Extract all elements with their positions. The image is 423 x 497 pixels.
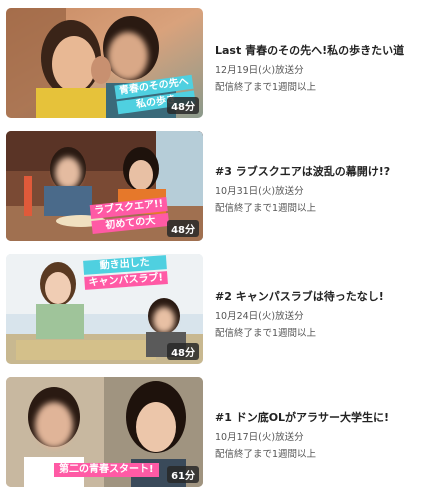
episode-air-date: 12月19日(火)放送分 [215, 65, 304, 76]
episode-expiry: 配信終了まで1週間以上 [215, 449, 317, 460]
episode-air-date: 10月31日(火)放送分 [215, 186, 304, 197]
episode-item[interactable]: ラブスクエア!! 初めての大 48分 #3 ラブスクエアは波乱の幕開け!? 10… [0, 131, 423, 241]
duration-badge: 48分 [167, 220, 199, 237]
episode-item[interactable]: 第二の青春スタート! 61分 #1 ドン底OLがアラサー大学生に! 10月17日… [0, 377, 423, 487]
episode-air-date: 10月17日(火)放送分 [215, 432, 304, 443]
episode-item[interactable]: 動き出した キャンパスラブ! 48分 #2 キャンパスラブは待ったなし! 10月… [0, 254, 423, 364]
episode-thumbnail[interactable]: 動き出した キャンパスラブ! 48分 [6, 254, 203, 364]
episode-title[interactable]: Last 青春のその先へ!私の歩きたい道 [215, 42, 420, 58]
episode-item[interactable]: 青春のその先へ 私の歩き 48分 Last 青春のその先へ!私の歩きたい道 12… [0, 8, 423, 118]
thumbnail-caption: 動き出した キャンパスラブ! [83, 255, 168, 290]
episode-thumbnail[interactable]: 第二の青春スタート! 61分 [6, 377, 203, 487]
duration-badge: 48分 [167, 343, 199, 360]
episode-expiry: 配信終了まで1週間以上 [215, 82, 317, 93]
episode-title[interactable]: #2 キャンパスラブは待ったなし! [215, 288, 420, 304]
episode-info: #1 ドン底OLがアラサー大学生に! 10月17日(火)放送分 配信終了まで1週… [215, 409, 420, 460]
episode-expiry: 配信終了まで1週間以上 [215, 203, 317, 214]
episode-air-date: 10月24日(火)放送分 [215, 311, 304, 322]
thumbnail-caption: 第二の青春スタート! [54, 463, 159, 477]
episode-list: 青春のその先へ 私の歩き 48分 Last 青春のその先へ!私の歩きたい道 12… [0, 0, 423, 497]
episode-info: #2 キャンパスラブは待ったなし! 10月24日(火)放送分 配信終了まで1週間… [215, 288, 420, 339]
episode-thumbnail[interactable]: 青春のその先へ 私の歩き 48分 [6, 8, 203, 118]
episode-thumbnail[interactable]: ラブスクエア!! 初めての大 48分 [6, 131, 203, 241]
caption-line-1: 第二の青春スタート! [54, 463, 159, 477]
episode-title[interactable]: #1 ドン底OLがアラサー大学生に! [215, 409, 420, 425]
episode-info: #3 ラブスクエアは波乱の幕開け!? 10月31日(火)放送分 配信終了まで1週… [215, 163, 420, 214]
duration-badge: 48分 [167, 97, 199, 114]
episode-expiry: 配信終了まで1週間以上 [215, 328, 317, 339]
episode-info: Last 青春のその先へ!私の歩きたい道 12月19日(火)放送分 配信終了まで… [215, 42, 420, 93]
duration-badge: 61分 [167, 466, 199, 483]
episode-title[interactable]: #3 ラブスクエアは波乱の幕開け!? [215, 163, 420, 179]
